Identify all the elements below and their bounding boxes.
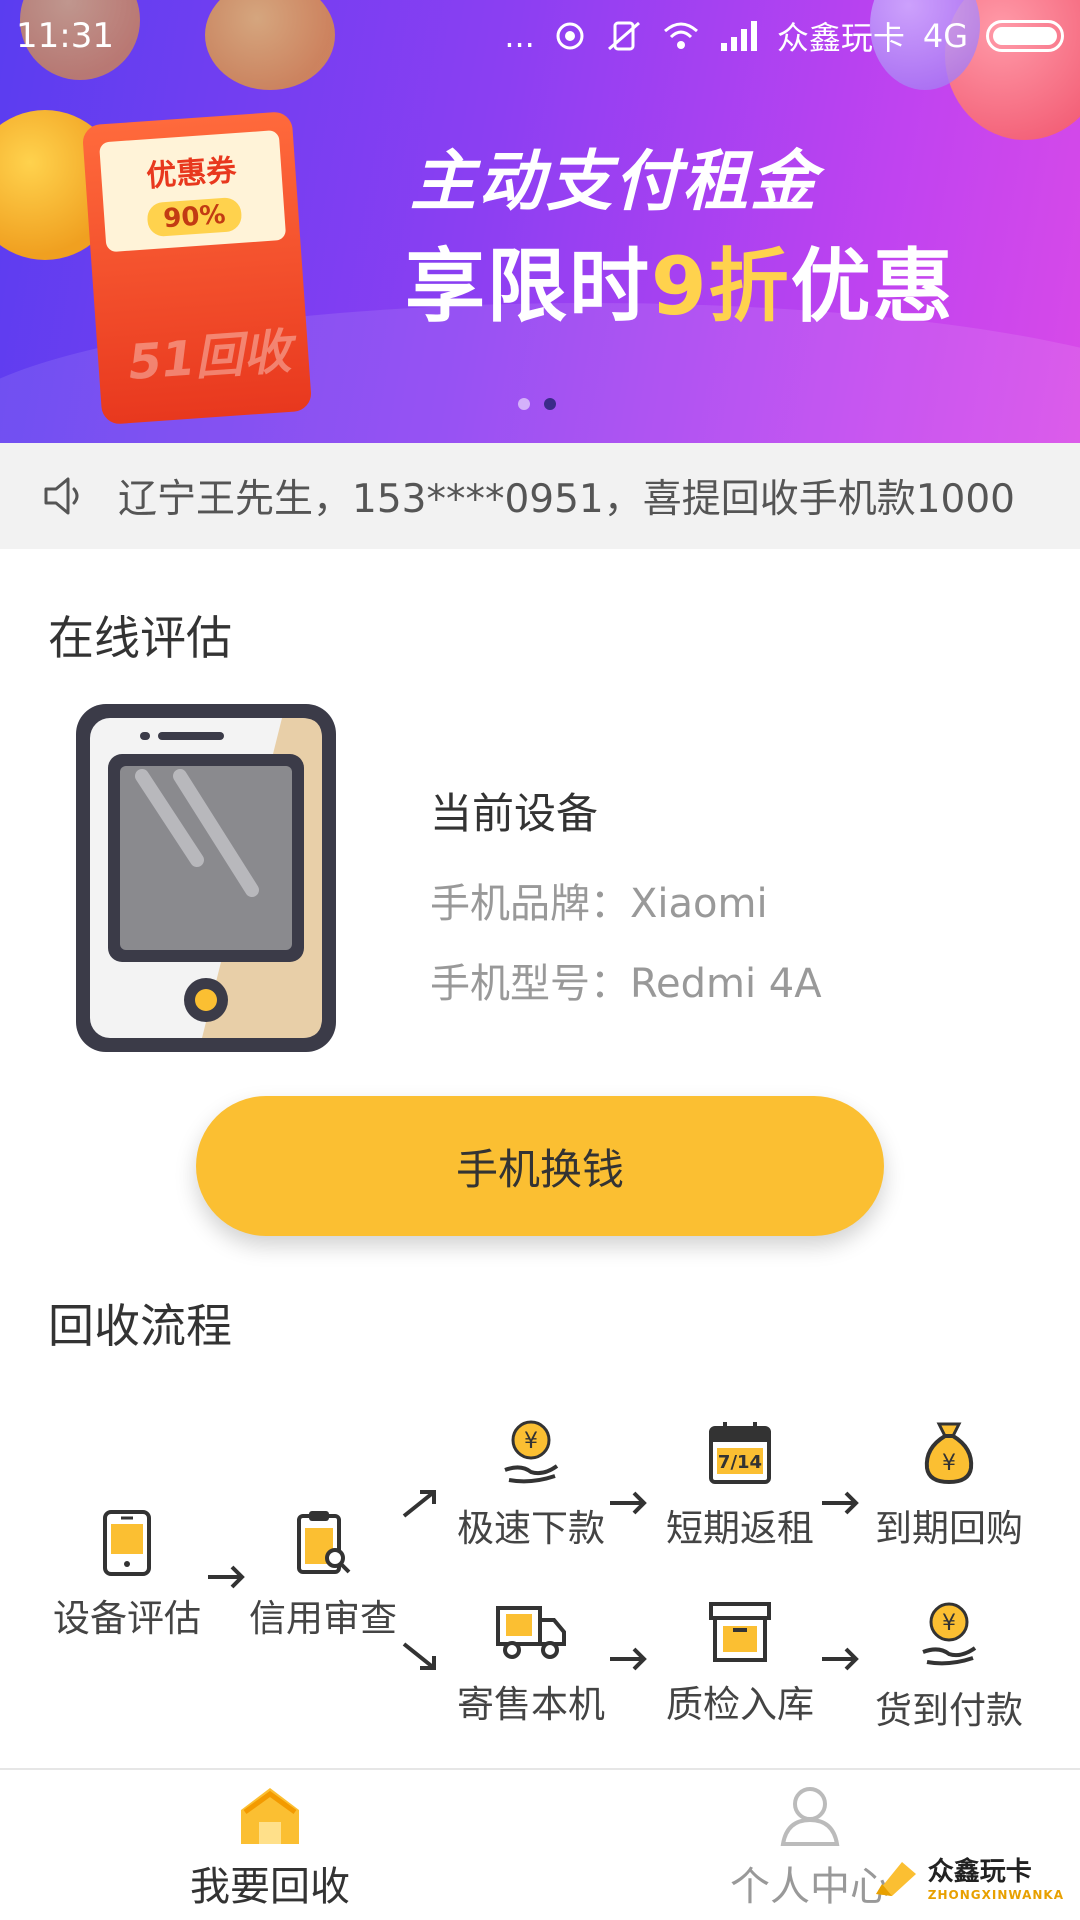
- arrow-up-right-icon: [402, 1490, 436, 1518]
- calendar-text: 7/14: [718, 1452, 762, 1473]
- battery-icon: [986, 20, 1064, 52]
- step-label: 极速下款: [457, 1507, 605, 1550]
- coupon-card: 优惠券 90%: [99, 129, 287, 253]
- step-label: 信用审查: [249, 1597, 397, 1640]
- device-info: 当前设备 手机品牌：Xiaomi 手机型号：Redmi 4A: [430, 780, 822, 1031]
- bottom-tab-bar: 我要回收 个人中心 众鑫玩卡 ZHONGXINWANKA: [0, 1768, 1080, 1920]
- step-inspection: 质检入库: [655, 1600, 825, 1728]
- user-icon: [780, 1787, 840, 1846]
- network-type: 4G: [922, 17, 968, 55]
- banner-offer: 享限时9折优惠: [405, 222, 955, 338]
- watermark-sub: ZHONGXINWANKA: [927, 1888, 1064, 1902]
- carousel-dot-active[interactable]: [544, 398, 556, 410]
- step-label: 设备评估: [53, 1597, 201, 1640]
- step-device-evaluation: 设备评估: [42, 1508, 212, 1642]
- step-credit-review: 信用审查: [238, 1508, 408, 1642]
- coupon-brand: 51回收: [126, 323, 293, 391]
- step-label: 货到付款: [875, 1689, 1023, 1732]
- promo-banner[interactable]: 优惠券 90% 51回收 主动支付租金 享限时9折优惠 11:31 ... 众鑫…: [0, 0, 1080, 443]
- truck-icon: [496, 1606, 566, 1659]
- watermark-text: 众鑫玩卡 ZHONGXINWANKA: [928, 1851, 1064, 1902]
- clipboard-search-icon: [297, 1511, 351, 1574]
- step-buyback: ¥ 到期回购: [864, 1418, 1034, 1552]
- money-bag-icon: ¥: [924, 1422, 974, 1485]
- arrow-down-right-icon: [402, 1642, 436, 1670]
- evaluation-title: 在线评估: [48, 611, 232, 665]
- arrow-right-icon: [610, 1647, 647, 1671]
- coupon-title: 优惠券: [145, 153, 238, 195]
- speaker-icon: [44, 477, 79, 515]
- wifi-icon: [663, 22, 698, 49]
- step-label: 到期回购: [875, 1507, 1023, 1550]
- yen-glyph: ¥: [942, 1451, 956, 1476]
- status-bar: 11:31 ... 众鑫玩卡 4G: [0, 0, 1080, 72]
- step-label: 寄售本机: [457, 1683, 605, 1726]
- tab-label: 个人中心: [730, 1864, 890, 1910]
- watermark-name: 众鑫玩卡: [927, 1857, 1032, 1887]
- current-device-label: 当前设备: [430, 789, 599, 838]
- box-icon: [709, 1602, 771, 1662]
- more-notifications-icon: ...: [504, 17, 535, 55]
- vibrate-off-icon: [607, 21, 640, 51]
- phone-illustration: [76, 704, 336, 1052]
- notice-bar[interactable]: 辽宁王先生，153****0951，喜提回收手机款1000: [0, 443, 1080, 549]
- step-cash-on-delivery: ¥ 货到付款: [864, 1600, 1034, 1734]
- step-label: 短期返租: [666, 1507, 814, 1550]
- watermark-logo-icon: [875, 1861, 916, 1896]
- coupon-envelope-illustration: 优惠券 90% 51回收: [81, 111, 313, 425]
- carousel-indicator: [518, 398, 556, 410]
- carousel-dot[interactable]: [518, 398, 530, 410]
- banner-offer-suffix: 优惠: [790, 240, 955, 333]
- watermark: 众鑫玩卡 ZHONGXINWANKA: [872, 1851, 1064, 1902]
- home-icon: [241, 1788, 299, 1844]
- current-device-card: 当前设备 手机品牌：Xiaomi 手机型号：Redmi 4A: [0, 690, 1080, 1070]
- hotspot-icon: [556, 22, 584, 50]
- banner-offer-prefix: 享限时: [405, 240, 651, 333]
- coupon-percent: 90%: [146, 196, 243, 238]
- arrow-right-icon: [610, 1491, 647, 1515]
- signal-icon: [720, 21, 757, 51]
- hand-money-icon: ¥: [504, 1420, 559, 1484]
- exchange-cash-button[interactable]: 手机换钱: [196, 1096, 884, 1236]
- phone-icon: [103, 1510, 151, 1576]
- banner-headline: 主动支付租金: [410, 143, 818, 220]
- process-title: 回收流程: [48, 1299, 232, 1353]
- hand-money-icon: ¥: [922, 1602, 977, 1666]
- step-short-rent: 7/14 短期返租: [655, 1418, 825, 1552]
- device-model: 手机型号：Redmi 4A: [430, 961, 822, 1007]
- step-consign: 寄售本机: [446, 1600, 616, 1728]
- yen-glyph: ¥: [942, 1611, 956, 1636]
- arrow-right-icon: [822, 1491, 859, 1515]
- banner-offer-highlight: 9折: [651, 240, 791, 333]
- status-icons: ... 众鑫玩卡 4G: [504, 13, 1064, 59]
- yen-glyph: ¥: [524, 1429, 538, 1454]
- step-fast-loan: ¥ 极速下款: [446, 1418, 616, 1552]
- carrier-name: 众鑫玩卡: [776, 19, 905, 57]
- calendar-icon: 7/14: [709, 1422, 771, 1484]
- arrow-right-icon: [822, 1647, 859, 1671]
- step-label: 质检入库: [666, 1683, 814, 1726]
- status-time: 11:31: [16, 16, 114, 56]
- notice-text: 辽宁王先生，153****0951，喜提回收手机款1000: [118, 477, 1015, 522]
- tab-label: 我要回收: [190, 1864, 350, 1910]
- device-brand: 手机品牌：Xiaomi: [430, 881, 768, 927]
- tab-recycle[interactable]: 我要回收: [140, 1784, 400, 1912]
